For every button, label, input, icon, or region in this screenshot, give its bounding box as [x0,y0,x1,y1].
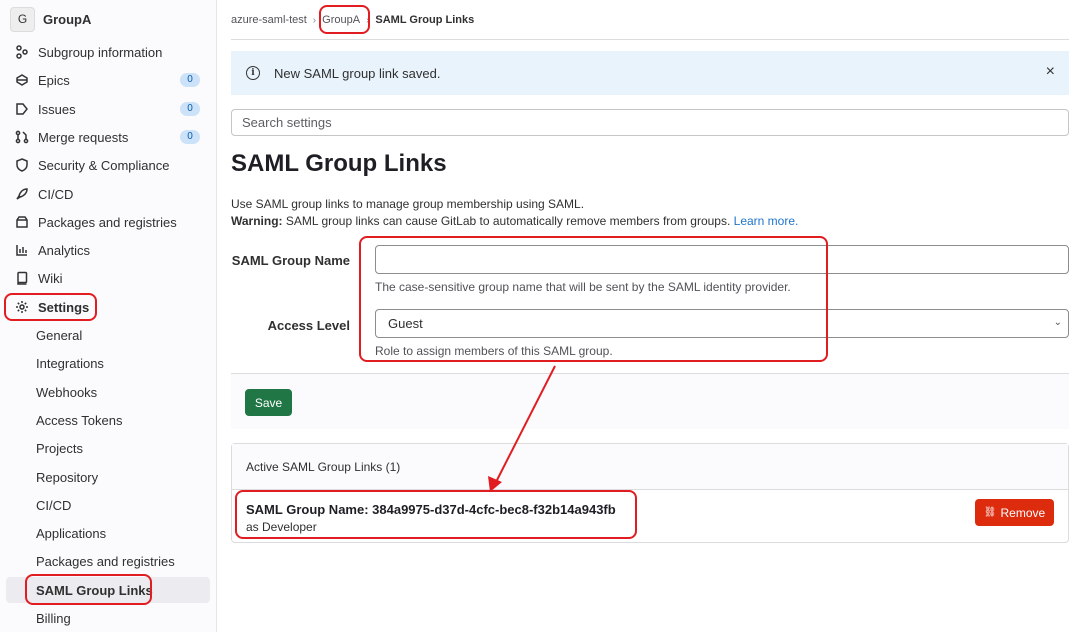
gear-icon [14,299,30,315]
settings-item-projects[interactable]: Projects [0,435,217,461]
breadcrumb-root[interactable]: azure-saml-test [231,14,307,26]
breadcrumb-group[interactable]: GroupA [322,14,360,26]
chevron-right-icon: › [366,14,370,26]
subgroup-icon [14,44,30,60]
access-level-select[interactable]: Guest ⌄ [375,309,1069,338]
merge-request-icon [14,129,30,145]
settings-item-cicd[interactable]: CI/CD [0,492,217,518]
alert-message: New SAML group link saved. [274,65,441,81]
search-settings-input[interactable] [231,109,1069,136]
book-icon [14,270,30,286]
sidebar-item-label: Security & Compliance [38,157,170,173]
settings-item-packages-registries[interactable]: Packages and registries [0,548,217,574]
warning-label: Warning: [231,214,283,228]
active-links-card: Active SAML Group Links (1) SAML Group N… [231,443,1069,543]
sidebar: G GroupA Subgroup information Epics 0 Is… [0,0,217,632]
sidebar-item-label: Analytics [38,242,91,258]
close-icon[interactable]: × [1046,63,1055,81]
page-title: SAML Group Links [231,150,447,177]
count-badge: 0 [180,130,200,144]
sidebar-item-label: Subgroup information [38,44,163,60]
settings-item-access-tokens[interactable]: Access Tokens [0,407,217,433]
unlink-icon: ⛓ [983,507,997,518]
issues-icon [14,101,30,117]
count-badge: 0 [180,102,200,116]
settings-item-repository[interactable]: Repository [0,464,217,490]
remove-button[interactable]: ⛓ Remove [975,499,1054,526]
page-warning: Warning: SAML group links can cause GitL… [231,214,798,228]
group-header[interactable]: G GroupA [10,6,91,32]
saml-group-name-help: The case-sensitive group name that will … [375,280,791,294]
saml-group-name-input[interactable] [375,245,1069,274]
learn-more-link[interactable]: Learn more. [734,214,799,228]
sidebar-item-cicd[interactable]: CI/CD [0,181,217,207]
access-level-help: Role to assign members of this SAML grou… [375,344,613,358]
group-name: GroupA [43,11,92,27]
chevron-down-icon: ⌄ [1053,317,1062,328]
sidebar-item-issues[interactable]: Issues 0 [0,96,217,122]
settings-item-webhooks[interactable]: Webhooks [0,379,217,405]
info-icon: i [246,66,260,80]
sidebar-item-packages-registries[interactable]: Packages and registries [0,209,217,235]
page-description: Use SAML group links to manage group mem… [231,197,585,211]
save-button[interactable]: Save [245,389,292,416]
epic-icon [14,72,30,88]
sidebar-item-label: Wiki [38,270,63,286]
sidebar-item-label: Settings [38,299,90,315]
sidebar-item-analytics[interactable]: Analytics [0,237,217,263]
access-level-label: Access Level [267,318,350,333]
breadcrumb-current[interactable]: SAML Group Links [375,14,474,26]
rocket-icon [14,186,30,202]
saml-group-name-label: SAML Group Name [231,253,350,268]
sidebar-item-label: Issues [38,101,76,117]
count-badge: 0 [180,73,200,87]
saml-link-name: SAML Group Name: 384a9975-d37d-4cfc-bec8… [246,502,616,517]
sidebar-item-settings[interactable]: Settings [0,294,217,320]
settings-item-saml-group-links[interactable]: SAML Group Links [6,577,210,603]
saml-link-role: as Developer [246,520,317,534]
warning-text: SAML group links can cause GitLab to aut… [282,214,734,228]
success-alert: i New SAML group link saved. × [231,51,1069,95]
settings-item-general[interactable]: General [0,322,217,348]
breadcrumb: azure-saml-test › GroupA › SAML Group Li… [231,10,474,30]
package-icon [14,214,30,230]
shield-icon [14,157,30,173]
sidebar-item-label: CI/CD [38,186,74,202]
sidebar-item-label: Epics [38,72,70,88]
active-links-header: Active SAML Group Links (1) [232,444,1068,490]
sidebar-item-epics[interactable]: Epics 0 [0,67,217,93]
sidebar-item-label: Merge requests [38,129,129,145]
breadcrumb-divider [231,39,1069,40]
sidebar-item-wiki[interactable]: Wiki [0,265,217,291]
form-actions: Save [231,373,1069,429]
chevron-right-icon: › [312,14,317,26]
remove-button-label: Remove [1000,505,1046,520]
sidebar-item-label: Packages and registries [38,214,177,230]
settings-item-applications[interactable]: Applications [0,520,217,546]
sidebar-item-subgroup-information[interactable]: Subgroup information [0,39,217,65]
sidebar-item-security-compliance[interactable]: Security & Compliance [0,152,217,178]
analytics-icon [14,242,30,258]
sidebar-item-merge-requests[interactable]: Merge requests 0 [0,124,217,150]
settings-item-integrations[interactable]: Integrations [0,350,217,376]
settings-item-billing[interactable]: Billing [0,605,217,631]
group-avatar: G [10,6,35,32]
access-level-value: Guest [388,316,423,331]
